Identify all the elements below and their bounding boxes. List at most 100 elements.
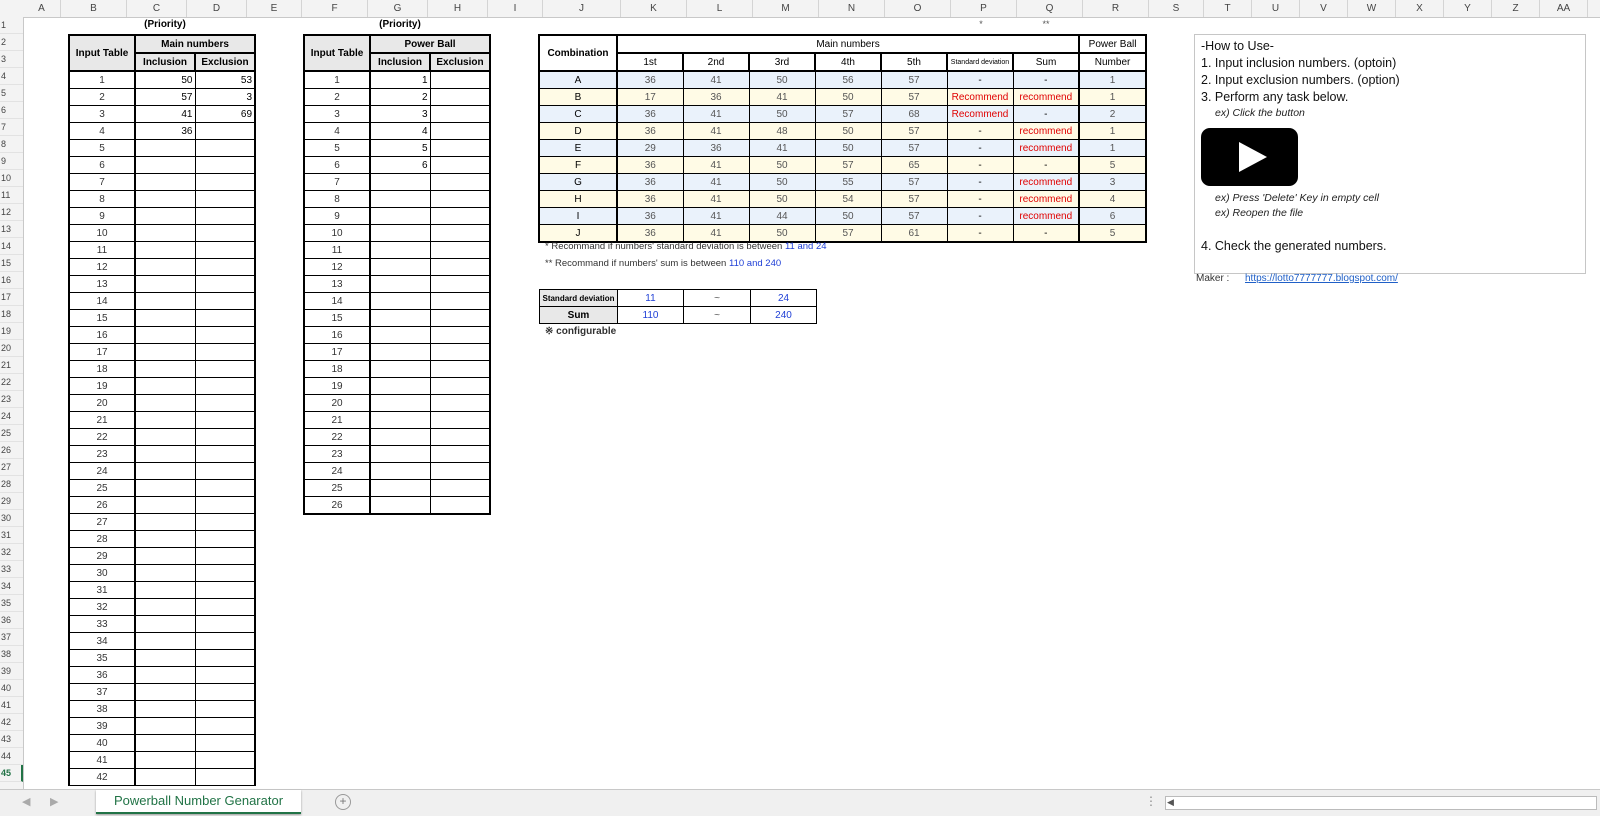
row-header[interactable]: 21: [0, 357, 23, 374]
column-header[interactable]: AA: [1540, 0, 1588, 17]
pb-exclusion-cell[interactable]: [429, 156, 492, 174]
main-exclusion-cell[interactable]: [194, 190, 257, 208]
pb-inclusion-cell[interactable]: 5: [369, 139, 431, 157]
pb-exclusion-cell[interactable]: [429, 309, 492, 327]
pb-inclusion-cell[interactable]: [369, 360, 431, 378]
row-header[interactable]: 33: [0, 561, 23, 578]
column-header[interactable]: Y: [1444, 0, 1492, 17]
row-header[interactable]: 27: [0, 459, 23, 476]
column-header[interactable]: L: [687, 0, 753, 17]
row-header[interactable]: 3: [0, 51, 23, 68]
config-sum-max[interactable]: 240: [750, 306, 817, 324]
main-inclusion-cell[interactable]: [134, 564, 196, 582]
pb-inclusion-cell[interactable]: 4: [369, 122, 431, 140]
pb-inclusion-cell[interactable]: [369, 462, 431, 480]
row-header[interactable]: 22: [0, 374, 23, 391]
row-header[interactable]: 38: [0, 646, 23, 663]
main-exclusion-cell[interactable]: [194, 734, 257, 752]
pb-exclusion-cell[interactable]: [429, 122, 492, 140]
config-sum-min[interactable]: 110: [617, 306, 684, 324]
main-exclusion-cell[interactable]: 69: [194, 105, 257, 123]
row-header[interactable]: 42: [0, 714, 23, 731]
main-inclusion-cell[interactable]: [134, 632, 196, 650]
pb-exclusion-cell[interactable]: [429, 207, 492, 225]
scroll-left-icon[interactable]: ◀: [1167, 797, 1174, 808]
pb-inclusion-cell[interactable]: [369, 207, 431, 225]
main-inclusion-cell[interactable]: [134, 513, 196, 531]
main-exclusion-cell[interactable]: [194, 173, 257, 191]
pb-exclusion-cell[interactable]: [429, 343, 492, 361]
main-exclusion-cell[interactable]: [194, 462, 257, 480]
main-inclusion-cell[interactable]: [134, 241, 196, 259]
main-exclusion-cell[interactable]: [194, 411, 257, 429]
config-sd-max[interactable]: 24: [750, 289, 817, 307]
main-inclusion-cell[interactable]: [134, 700, 196, 718]
sheet-tab-powerball[interactable]: Powerball Number Genarator: [96, 790, 301, 814]
main-inclusion-cell[interactable]: 41: [134, 105, 196, 123]
pb-exclusion-cell[interactable]: [429, 462, 492, 480]
pb-inclusion-cell[interactable]: [369, 394, 431, 412]
row-header[interactable]: 37: [0, 629, 23, 646]
column-header[interactable]: M: [753, 0, 819, 17]
column-header[interactable]: S: [1149, 0, 1204, 17]
row-header[interactable]: 16: [0, 272, 23, 289]
column-header[interactable]: D: [187, 0, 247, 17]
row-header[interactable]: 41: [0, 697, 23, 714]
main-inclusion-cell[interactable]: [134, 717, 196, 735]
main-exclusion-cell[interactable]: [194, 241, 257, 259]
main-exclusion-cell[interactable]: [194, 275, 257, 293]
pb-exclusion-cell[interactable]: [429, 360, 492, 378]
column-header[interactable]: T: [1204, 0, 1252, 17]
main-exclusion-cell[interactable]: [194, 700, 257, 718]
column-header[interactable]: F: [302, 0, 368, 17]
main-exclusion-cell[interactable]: [194, 360, 257, 378]
row-header[interactable]: 11: [0, 187, 23, 204]
row-header[interactable]: 6: [0, 102, 23, 119]
main-exclusion-cell[interactable]: [194, 428, 257, 446]
main-exclusion-cell[interactable]: 53: [194, 70, 257, 89]
main-exclusion-cell[interactable]: [194, 122, 257, 140]
row-header[interactable]: 17: [0, 289, 23, 306]
row-header[interactable]: 36: [0, 612, 23, 629]
main-inclusion-cell[interactable]: [134, 547, 196, 565]
main-inclusion-cell[interactable]: [134, 683, 196, 701]
column-header[interactable]: Z: [1492, 0, 1540, 17]
column-header[interactable]: Q: [1017, 0, 1083, 17]
pb-exclusion-cell[interactable]: [429, 88, 492, 106]
pb-exclusion-cell[interactable]: [429, 190, 492, 208]
main-inclusion-cell[interactable]: [134, 598, 196, 616]
row-header[interactable]: 5: [0, 85, 23, 102]
pb-inclusion-cell[interactable]: 1: [369, 70, 431, 89]
main-inclusion-cell[interactable]: [134, 326, 196, 344]
main-inclusion-cell[interactable]: [134, 139, 196, 157]
pb-inclusion-cell[interactable]: [369, 445, 431, 463]
row-header[interactable]: 34: [0, 578, 23, 595]
main-inclusion-cell[interactable]: [134, 581, 196, 599]
main-exclusion-cell[interactable]: [194, 309, 257, 327]
main-inclusion-cell[interactable]: 36: [134, 122, 196, 140]
pb-inclusion-cell[interactable]: [369, 411, 431, 429]
main-exclusion-cell[interactable]: [194, 513, 257, 531]
main-exclusion-cell[interactable]: [194, 139, 257, 157]
main-input-table[interactable]: Input Table Main numbers Inclusion Exclusio…: [68, 34, 257, 786]
row-header[interactable]: 28: [0, 476, 23, 493]
row-header[interactable]: 43: [0, 731, 23, 748]
pb-exclusion-cell[interactable]: [429, 70, 492, 89]
row-header[interactable]: 24: [0, 408, 23, 425]
main-exclusion-cell[interactable]: [194, 666, 257, 684]
pb-inclusion-cell[interactable]: [369, 479, 431, 497]
main-inclusion-cell[interactable]: [134, 496, 196, 514]
main-exclusion-cell[interactable]: [194, 615, 257, 633]
pb-exclusion-cell[interactable]: [429, 292, 492, 310]
row-header[interactable]: 7: [0, 119, 23, 136]
add-sheet-icon[interactable]: +: [335, 794, 351, 810]
main-inclusion-cell[interactable]: [134, 258, 196, 276]
column-header[interactable]: H: [428, 0, 488, 17]
row-header[interactable]: 10: [0, 170, 23, 187]
pb-exclusion-cell[interactable]: [429, 445, 492, 463]
row-header[interactable]: 30: [0, 510, 23, 527]
main-exclusion-cell[interactable]: [194, 496, 257, 514]
spreadsheet-grid[interactable]: A B C D E F G H I J K L M N O P Q R S T U V W X Y Z AA 1 2 3 4 5 6 7 8 9 10…: [0, 0, 1600, 789]
horizontal-scrollbar[interactable]: ◀: [1165, 796, 1597, 810]
main-inclusion-cell[interactable]: [134, 275, 196, 293]
